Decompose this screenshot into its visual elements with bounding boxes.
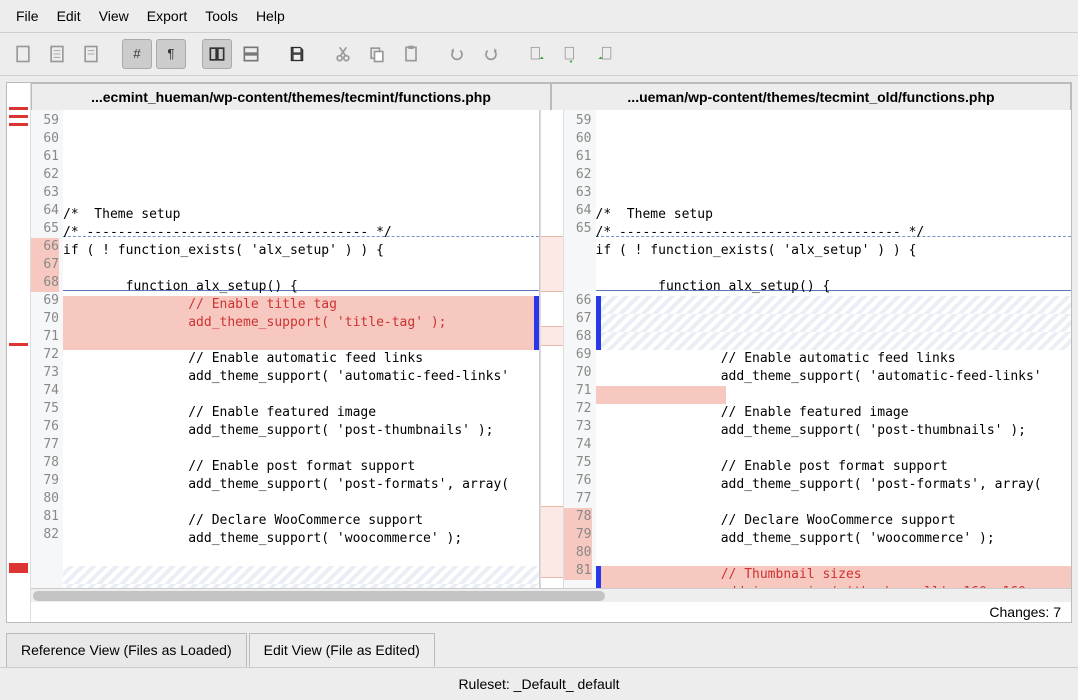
hash-icon[interactable]: #	[122, 39, 152, 69]
diff-area: 5960616263646566676869707172737475767778…	[31, 110, 1071, 588]
svg-text:¶: ¶	[167, 46, 174, 61]
copy-icon[interactable]	[362, 39, 392, 69]
file-tab-left[interactable]: ...ecmint_hueman/wp-content/themes/tecmi…	[31, 83, 551, 110]
gutter-left: 5960616263646566676869707172737475767778…	[31, 110, 63, 588]
menu-help[interactable]: Help	[248, 4, 293, 28]
menu-edit[interactable]: Edit	[49, 4, 89, 28]
horizontal-scrollbar[interactable]	[31, 588, 1071, 602]
tab-edit-view[interactable]: Edit View (File as Edited)	[249, 633, 435, 667]
menu-view[interactable]: View	[91, 4, 137, 28]
code-left[interactable]: /* Theme setup/* -----------------------…	[63, 110, 539, 588]
bottom-tabs: Reference View (Files as Loaded) Edit Vi…	[0, 629, 1078, 667]
nav-prev-icon[interactable]	[522, 39, 552, 69]
overview-strip-left[interactable]	[7, 83, 31, 622]
nav-apply-icon[interactable]	[556, 39, 586, 69]
right-pane[interactable]: 5960616263646566676869707172737475767778…	[564, 110, 1072, 588]
undo-icon[interactable]	[442, 39, 472, 69]
paste-icon[interactable]	[396, 39, 426, 69]
middle-link-strip[interactable]	[540, 110, 564, 588]
doc-blank-icon[interactable]	[8, 39, 38, 69]
save-icon[interactable]	[282, 39, 312, 69]
menu-file[interactable]: File	[8, 4, 47, 28]
tab-reference-view[interactable]: Reference View (Files as Loaded)	[6, 633, 247, 667]
gutter-right: 5960616263646566676869707172737475767778…	[564, 110, 596, 588]
doc-lines-icon[interactable]	[42, 39, 72, 69]
scrollbar-thumb[interactable]	[33, 591, 605, 601]
menubar: File Edit View Export Tools Help	[0, 0, 1078, 33]
redo-icon[interactable]	[476, 39, 506, 69]
code-right[interactable]: /* Theme setup/* -----------------------…	[596, 110, 1072, 588]
doc-lines2-icon[interactable]	[76, 39, 106, 69]
status-line: Changes: 7	[31, 602, 1071, 622]
file-tab-right[interactable]: ...ueman/wp-content/themes/tecmint_old/f…	[551, 83, 1071, 110]
footer: Ruleset: _Default_ default	[0, 667, 1078, 700]
ruleset-label: Ruleset: _Default_ default	[458, 676, 619, 692]
split-vertical-icon[interactable]	[202, 39, 232, 69]
toolbar: # ¶	[0, 33, 1078, 76]
main-panel: ...ecmint_hueman/wp-content/themes/tecmi…	[6, 82, 1072, 623]
pilcrow-icon[interactable]: ¶	[156, 39, 186, 69]
menu-tools[interactable]: Tools	[197, 4, 246, 28]
left-pane[interactable]: 5960616263646566676869707172737475767778…	[31, 110, 540, 588]
changes-count: Changes: 7	[989, 604, 1061, 620]
nav-next-icon[interactable]	[590, 39, 620, 69]
menu-export[interactable]: Export	[139, 4, 195, 28]
cut-icon[interactable]	[328, 39, 358, 69]
split-horizontal-icon[interactable]	[236, 39, 266, 69]
svg-text:#: #	[133, 46, 141, 61]
